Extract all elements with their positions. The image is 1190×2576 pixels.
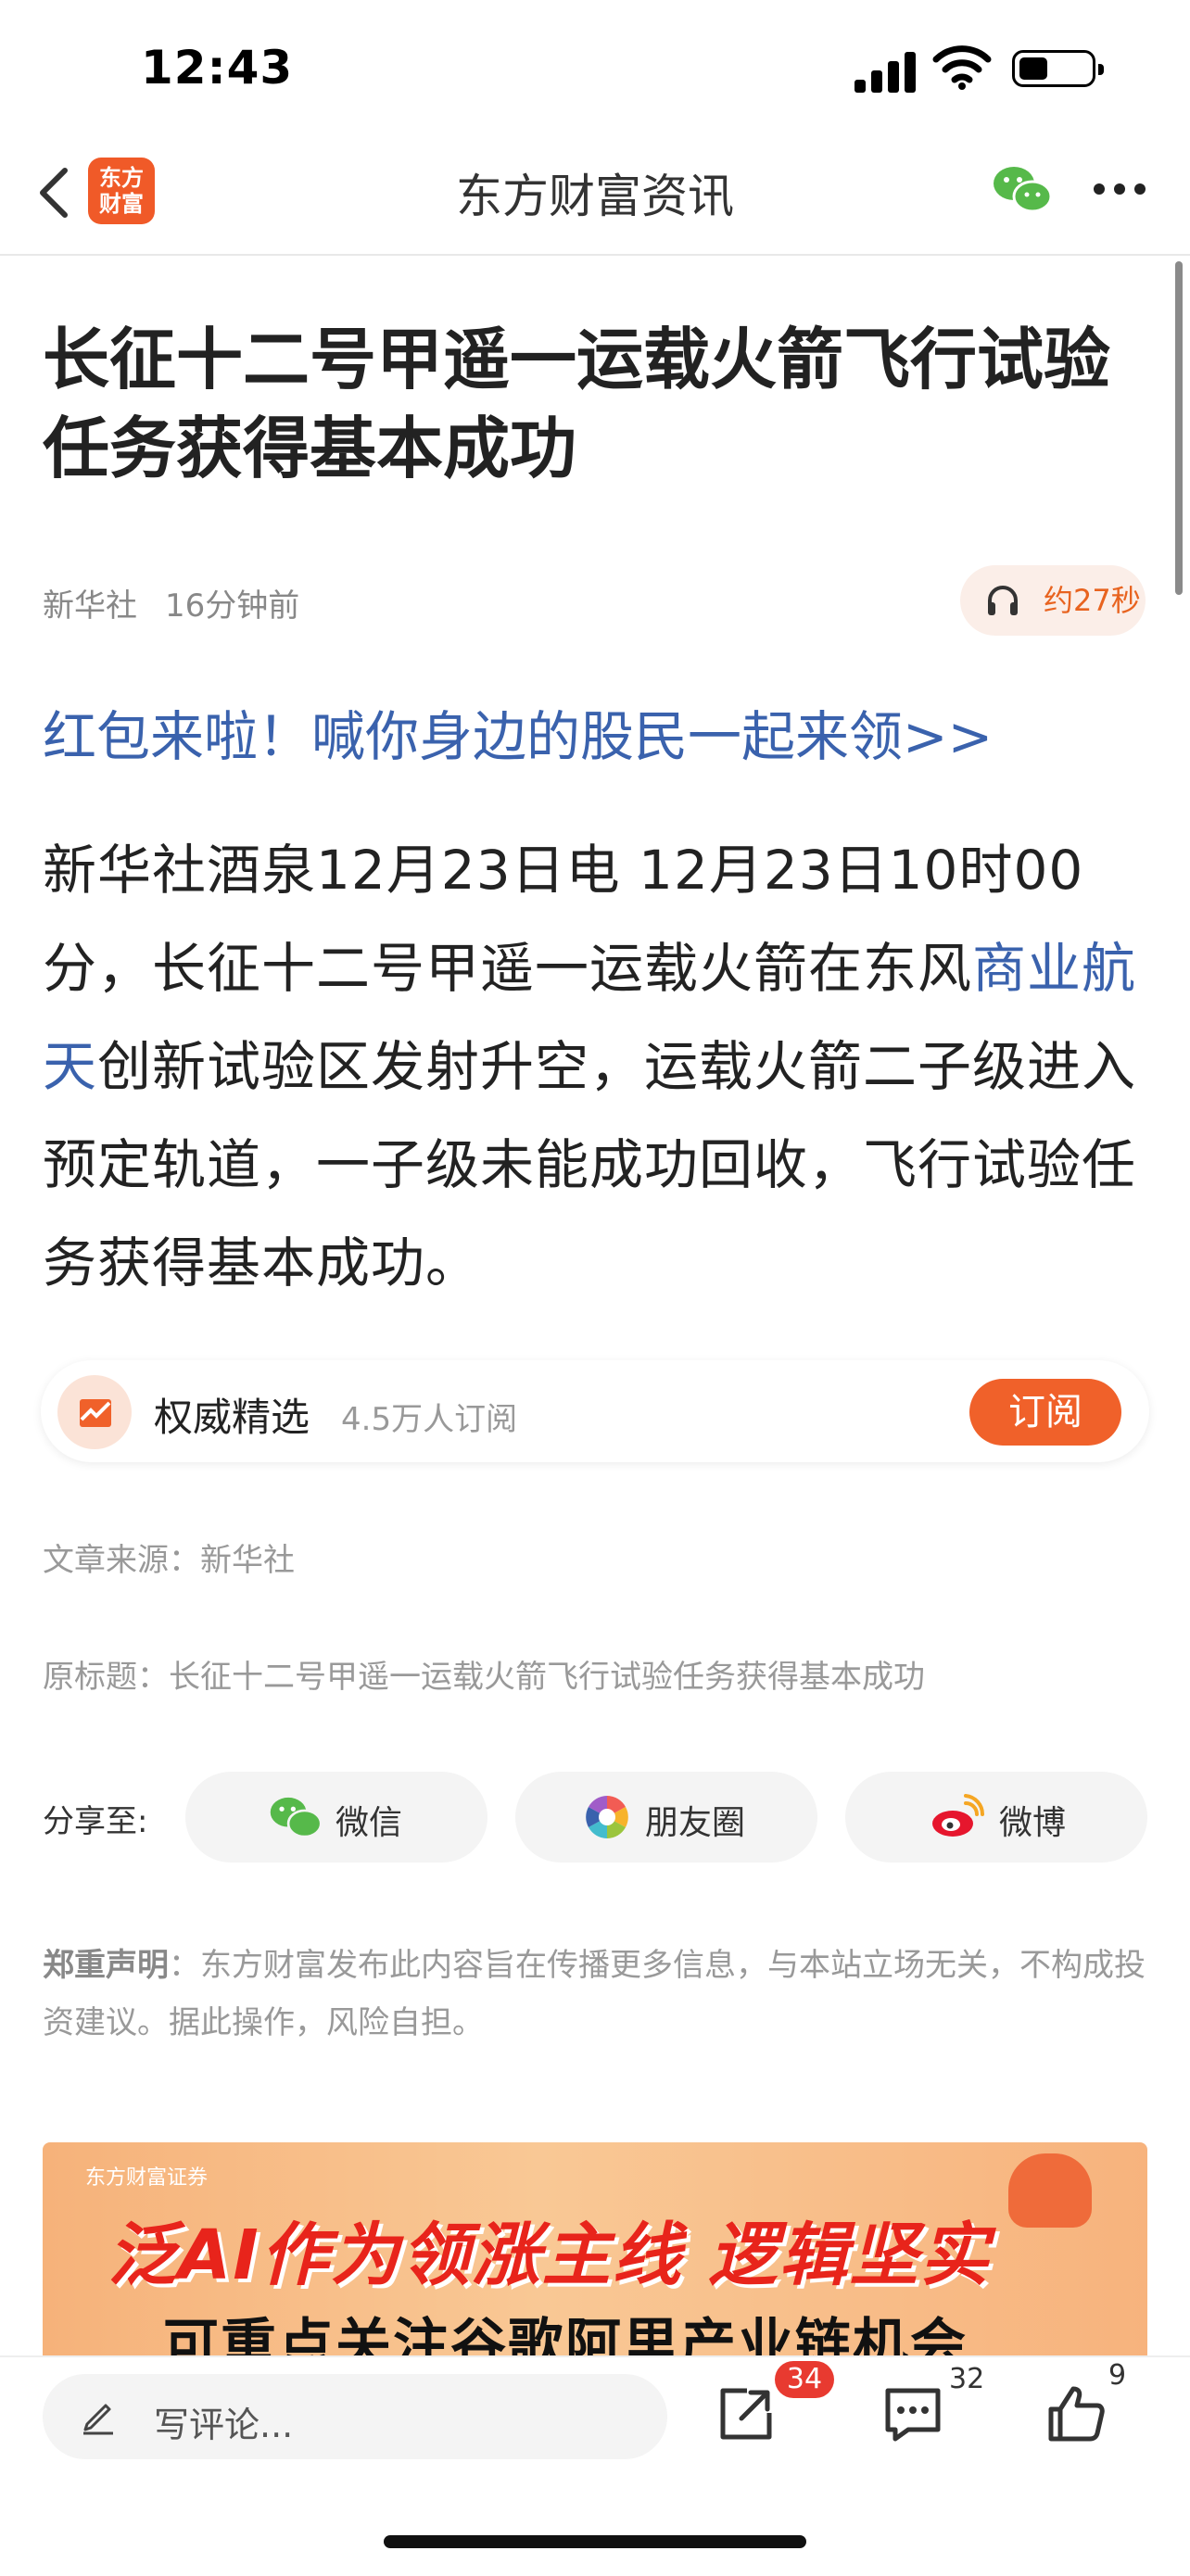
home-indicator[interactable] bbox=[384, 2535, 806, 2548]
audio-play-button[interactable]: 约27秒 bbox=[960, 565, 1146, 636]
subscriber-count: 4.5万人订阅 bbox=[341, 1401, 518, 1438]
article-body: 新华社酒泉12月23日电 12月23日10时00分，长征十二号甲遥一运载火箭在东… bbox=[43, 821, 1155, 1312]
comment-count: 32 bbox=[949, 2363, 985, 2395]
body-text-2: 创新试验区发射升空，运载火箭二子级进入预定轨道，一子级未能成功回收，飞行试验任务… bbox=[43, 1035, 1137, 1294]
column-name: 权威精选 bbox=[154, 1395, 310, 1440]
like-thumb-icon[interactable] bbox=[1044, 2381, 1108, 2446]
moments-icon bbox=[586, 1796, 628, 1838]
share-count-badge: 34 bbox=[775, 2361, 834, 2398]
column-icon bbox=[57, 1375, 132, 1449]
disclaimer-text: ：东方财富发布此内容旨在传播更多信息，与本站立场无关，不构成投资建议。据此操作，… bbox=[43, 1947, 1146, 2041]
comment-icon[interactable] bbox=[880, 2381, 945, 2446]
article-source: 文章来源：新华社 bbox=[43, 1542, 295, 1579]
weibo-icon bbox=[932, 1794, 984, 1837]
banner-brand: 东方财富证券 bbox=[85, 2166, 209, 2190]
ad-banner[interactable]: 东方财富证券 泛AI作为领涨主线 逻辑坚实 可重点关注谷歌阿里产业链机会 bbox=[43, 2142, 1147, 2365]
battery-icon bbox=[1012, 50, 1104, 87]
share-weibo-button[interactable]: 微博 bbox=[845, 1772, 1147, 1863]
original-title: 原标题：长征十二号甲遥一运载火箭飞行试验任务获得基本成功 bbox=[43, 1659, 925, 1696]
wifi-icon bbox=[932, 45, 992, 90]
share-moments-label: 朋友圈 bbox=[645, 1804, 746, 1842]
scrollbar[interactable] bbox=[1175, 261, 1183, 595]
share-moments-button[interactable]: 朋友圈 bbox=[515, 1772, 817, 1863]
promo-link[interactable]: 红包来啦！喊你身边的股民一起来领>> bbox=[43, 693, 993, 771]
publisher: 新华社 bbox=[43, 587, 137, 625]
comment-placeholder: 写评论... bbox=[154, 2405, 294, 2445]
share-label: 分享至: bbox=[43, 1803, 148, 1840]
mascot-icon bbox=[1008, 2153, 1092, 2228]
disclaimer-title: 郑重声明 bbox=[43, 1947, 169, 1984]
banner-headline: 泛AI作为领涨主线 逻辑坚实 bbox=[108, 2216, 991, 2295]
article-meta: 新华社 16分钟前 bbox=[43, 580, 299, 625]
subscription-card[interactable]: 权威精选 4.5万人订阅 订阅 bbox=[41, 1360, 1149, 1462]
nav-divider bbox=[0, 254, 1190, 256]
cellular-signal-icon bbox=[855, 50, 919, 93]
more-options-icon[interactable] bbox=[1094, 183, 1146, 196]
wechat-share-icon[interactable] bbox=[992, 163, 1053, 215]
comment-input[interactable]: 写评论... bbox=[43, 2374, 667, 2459]
body-text-1: 新华社酒泉12月23日电 12月23日10时00分，长征十二号甲遥一运载火箭在东… bbox=[43, 839, 1084, 1000]
status-time: 12:43 bbox=[141, 41, 294, 95]
publish-time: 16分钟前 bbox=[165, 587, 300, 625]
share-icon[interactable] bbox=[714, 2381, 779, 2446]
audio-duration: 约27秒 bbox=[1044, 583, 1141, 618]
pencil-icon bbox=[83, 2404, 113, 2435]
share-wechat-button[interactable]: 微信 bbox=[185, 1772, 487, 1863]
article-headline: 长征十二号甲遥一运载火箭飞行试验任务获得基本成功 bbox=[43, 321, 1111, 487]
subscribe-button[interactable]: 订阅 bbox=[969, 1379, 1121, 1446]
disclaimer: 郑重声明：东方财富发布此内容旨在传播更多信息，与本站立场无关，不构成投资建议。据… bbox=[43, 1937, 1155, 2052]
share-wechat-label: 微信 bbox=[335, 1804, 403, 1842]
headphones-icon bbox=[988, 586, 1018, 615]
like-count: 9 bbox=[1108, 2359, 1127, 2392]
wechat-icon bbox=[270, 1797, 323, 1838]
share-weibo-label: 微博 bbox=[999, 1804, 1067, 1842]
